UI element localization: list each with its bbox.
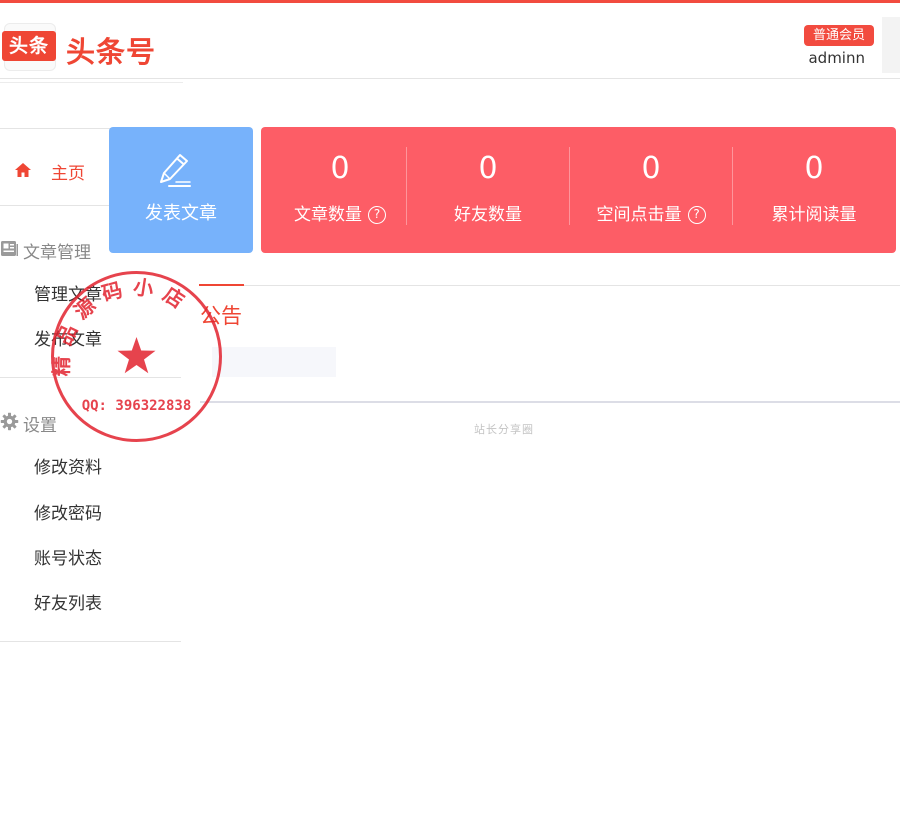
stat-label-text: 空间点击量 xyxy=(596,205,682,225)
pen-icon xyxy=(160,154,191,187)
stat-value: 0 xyxy=(804,151,824,186)
watermark-text: 站长分享圈 xyxy=(474,423,534,436)
top-header: 头条 头条号 普通会员 adminn xyxy=(0,3,900,83)
stat-label-text: 好友数量 xyxy=(454,205,522,225)
sidebar-item-publish-article[interactable]: 发布文章 xyxy=(34,325,102,350)
logo-badge: 头条 xyxy=(2,31,56,61)
stat-article-count: 0 文章数量? xyxy=(261,127,419,253)
username[interactable]: adminn xyxy=(808,49,865,67)
sidebar-divider xyxy=(0,377,181,378)
sidebar-item-edit-profile[interactable]: 修改资料 xyxy=(34,453,102,478)
stat-label: 文章数量? xyxy=(261,200,419,225)
sidebar-group-label: 设置 xyxy=(23,416,57,436)
stat-label: 好友数量 xyxy=(409,200,567,225)
stat-value: 0 xyxy=(478,151,498,186)
sidebar-item-manage-articles[interactable]: 管理文章 xyxy=(34,280,102,305)
help-icon[interactable]: ? xyxy=(687,206,706,224)
notice-content xyxy=(212,347,336,377)
sidebar-group-label: 文章管理 xyxy=(23,243,91,263)
notice-title: 公告 xyxy=(200,304,242,328)
stat-label: 累计阅读量 xyxy=(735,200,893,225)
notice-divider xyxy=(200,285,900,286)
stat-value: 0 xyxy=(641,151,661,186)
content-divider xyxy=(200,401,900,403)
sidebar-item-account-status[interactable]: 账号状态 xyxy=(34,544,102,569)
logo-text: 头条号 xyxy=(66,35,157,69)
stat-space-clicks: 0 空间点击量? xyxy=(572,127,730,253)
article-icon xyxy=(1,241,18,256)
publish-article-label: 发表文章 xyxy=(145,203,217,224)
sidebar-item-change-password[interactable]: 修改密码 xyxy=(34,499,102,524)
sidebar-divider xyxy=(0,641,181,642)
svg-text:QQ: 396322838: QQ: 396322838 xyxy=(82,398,192,414)
stats-panel: 0 文章数量? 0 好友数量 0 空间点击量? 0 累计阅读量 xyxy=(261,127,896,253)
sidebar-item-friend-list[interactable]: 好友列表 xyxy=(34,589,102,614)
stat-friend-count: 0 好友数量 xyxy=(409,127,567,253)
stat-total-reads: 0 累计阅读量 xyxy=(735,127,893,253)
header-edge-strip xyxy=(882,17,900,73)
publish-article-button[interactable]: 发表文章 xyxy=(109,127,253,253)
member-level-badge: 普通会员 xyxy=(803,25,874,46)
gear-icon xyxy=(0,412,19,431)
stat-label-text: 累计阅读量 xyxy=(771,205,857,225)
home-icon xyxy=(15,163,31,177)
stat-divider xyxy=(406,147,407,225)
stat-divider xyxy=(732,147,733,225)
logo-area[interactable]: 头条 头条号 xyxy=(0,21,183,83)
sidebar-item-label: 主页 xyxy=(51,164,85,184)
stat-value: 0 xyxy=(330,151,350,186)
stat-divider xyxy=(569,147,570,225)
notice-accent-bar xyxy=(199,284,244,286)
stat-label: 空间点击量? xyxy=(572,200,730,225)
help-icon[interactable]: ? xyxy=(368,206,386,224)
stat-label-text: 文章数量 xyxy=(294,205,362,225)
